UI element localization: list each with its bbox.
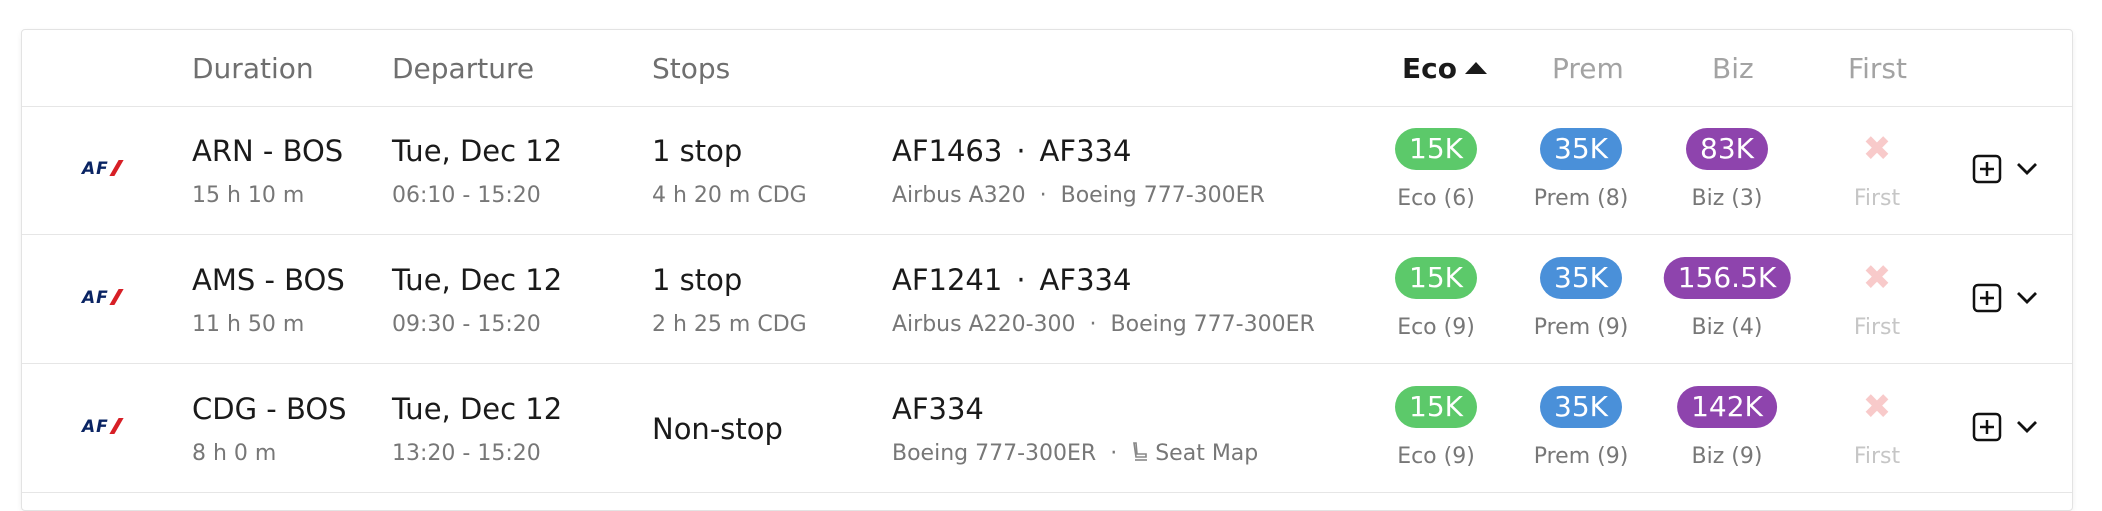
layover: 2 h 25 m CDG	[652, 312, 807, 337]
biz-price-pill[interactable]: 83K	[1686, 128, 1768, 170]
eco-label: Eco (9)	[1397, 444, 1475, 469]
route: AMS - BOS	[192, 263, 345, 297]
add-plus-icon[interactable]	[1972, 412, 2002, 442]
departure-times: 09:30 - 15:20	[392, 312, 541, 337]
eco-price-pill[interactable]: 15K	[1395, 128, 1477, 170]
eco-label: Eco (6)	[1397, 186, 1475, 211]
results-table: Duration Departure Stops Eco Prem Biz Fi…	[21, 29, 2073, 511]
biz-price-pill[interactable]: 142K	[1677, 386, 1777, 428]
table-row[interactable]: AF AMS - BOS 11 h 50 m Tue, Dec 12 09:30…	[22, 235, 2072, 364]
prem-label: Prem (8)	[1533, 186, 1629, 211]
first-label: First	[1853, 186, 1901, 211]
stops: Non-stop	[652, 412, 783, 446]
departure-times: 06:10 - 15:20	[392, 183, 541, 208]
duration: 8 h 0 m	[192, 441, 277, 466]
biz-label: Biz (4)	[1691, 315, 1763, 340]
aircraft: Boeing 777-300ER · Seat Map	[892, 441, 1259, 466]
prem-price-pill[interactable]: 35K	[1540, 128, 1622, 170]
header-stops[interactable]: Stops	[652, 52, 730, 85]
header-first[interactable]: First	[1848, 52, 1907, 85]
header-duration[interactable]: Duration	[192, 52, 314, 85]
header-prem[interactable]: Prem	[1552, 52, 1624, 85]
prem-label: Prem (9)	[1533, 444, 1629, 469]
chevron-down-icon[interactable]	[2016, 289, 2038, 307]
prem-price-pill[interactable]: 35K	[1540, 386, 1622, 428]
flight-numbers: AF334	[892, 392, 984, 426]
duration: 11 h 50 m	[192, 312, 305, 337]
seat-map-link[interactable]: Seat Map	[1155, 441, 1258, 466]
aircraft: Airbus A220-300 · Boeing 777-300ER	[892, 312, 1315, 337]
route: CDG - BOS	[192, 392, 347, 426]
flight-numbers: AF1241 · AF334	[892, 263, 1132, 297]
biz-price-pill[interactable]: 156.5K	[1663, 257, 1791, 299]
airline-logo: AF	[82, 159, 124, 179]
biz-label: Biz (9)	[1691, 444, 1763, 469]
first-label: First	[1853, 315, 1901, 340]
departure-date: Tue, Dec 12	[392, 263, 563, 297]
stops: 1 stop	[652, 134, 743, 168]
duration: 15 h 10 m	[192, 183, 305, 208]
seat-icon	[1133, 442, 1148, 461]
unavailable-x-icon: ✖	[1862, 258, 1892, 298]
table-row[interactable]: AF ARN - BOS 15 h 10 m Tue, Dec 12 06:10…	[22, 106, 2072, 235]
departure-date: Tue, Dec 12	[392, 134, 563, 168]
table-row[interactable]: AF CDG - BOS 8 h 0 m Tue, Dec 12 13:20 -…	[22, 364, 2072, 493]
prem-label: Prem (9)	[1533, 315, 1629, 340]
add-plus-icon[interactable]	[1972, 283, 2002, 313]
airline-logo: AF	[82, 417, 124, 437]
chevron-down-icon[interactable]	[2016, 160, 2038, 178]
stops: 1 stop	[652, 263, 743, 297]
aircraft: Airbus A320 · Boeing 777-300ER	[892, 183, 1265, 208]
chevron-down-icon[interactable]	[2016, 418, 2038, 436]
departure-times: 13:20 - 15:20	[392, 441, 541, 466]
header-biz[interactable]: Biz	[1712, 52, 1754, 85]
route: ARN - BOS	[192, 134, 344, 168]
flight-numbers: AF1463 · AF334	[892, 134, 1132, 168]
sort-ascending-icon	[1464, 62, 1487, 74]
add-plus-icon[interactable]	[1972, 154, 2002, 184]
prem-price-pill[interactable]: 35K	[1540, 257, 1622, 299]
eco-price-pill[interactable]: 15K	[1395, 257, 1477, 299]
unavailable-x-icon: ✖	[1862, 129, 1892, 169]
table-header: Duration Departure Stops Eco Prem Biz Fi…	[22, 30, 2072, 107]
header-departure[interactable]: Departure	[392, 52, 534, 85]
eco-label: Eco (9)	[1397, 315, 1475, 340]
departure-date: Tue, Dec 12	[392, 392, 563, 426]
first-label: First	[1853, 444, 1901, 469]
header-eco-sort[interactable]: Eco	[1402, 52, 1487, 85]
unavailable-x-icon: ✖	[1862, 387, 1892, 427]
eco-price-pill[interactable]: 15K	[1395, 386, 1477, 428]
biz-label: Biz (3)	[1691, 186, 1763, 211]
airline-logo: AF	[82, 288, 124, 308]
header-eco: Eco	[1402, 52, 1457, 85]
layover: 4 h 20 m CDG	[652, 183, 807, 208]
